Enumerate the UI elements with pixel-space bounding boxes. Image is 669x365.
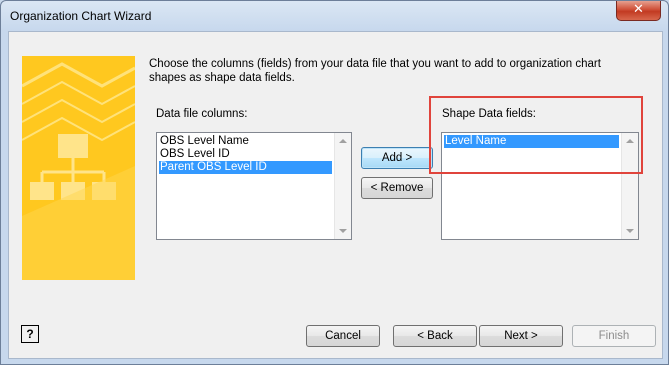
help-icon: ? (26, 327, 34, 341)
list-item-selected[interactable]: Parent OBS Level ID (159, 161, 332, 174)
title-bar[interactable]: Organization Chart Wizard ✕ (1, 1, 668, 31)
scroll-down-icon[interactable] (626, 229, 634, 233)
org-chart-graphic-icon (22, 62, 135, 280)
data-columns-scrollbar[interactable] (334, 133, 351, 239)
close-button[interactable]: ✕ (616, 1, 661, 21)
data-columns-label: Data file columns: (156, 108, 248, 120)
list-item[interactable]: OBS Level ID (159, 148, 230, 161)
add-button[interactable]: Add > (361, 147, 433, 169)
back-button[interactable]: < Back (393, 325, 477, 347)
close-icon: ✕ (633, 2, 644, 17)
help-button[interactable]: ? (21, 325, 39, 343)
remove-button[interactable]: < Remove (361, 177, 433, 199)
wizard-side-graphic (22, 56, 135, 280)
highlight-box (429, 96, 643, 174)
instructions-text: Choose the columns (fields) from your da… (149, 58, 601, 84)
list-item[interactable]: OBS Level Name (159, 135, 249, 148)
scroll-up-icon[interactable] (339, 139, 347, 143)
next-button[interactable]: Next > (479, 325, 563, 347)
window-title: Organization Chart Wizard (10, 9, 152, 23)
finish-button[interactable]: Finish (572, 325, 656, 347)
cancel-button[interactable]: Cancel (306, 325, 380, 347)
scroll-down-icon[interactable] (339, 229, 347, 233)
data-columns-listbox[interactable]: OBS Level Name OBS Level ID Parent OBS L… (156, 132, 352, 240)
